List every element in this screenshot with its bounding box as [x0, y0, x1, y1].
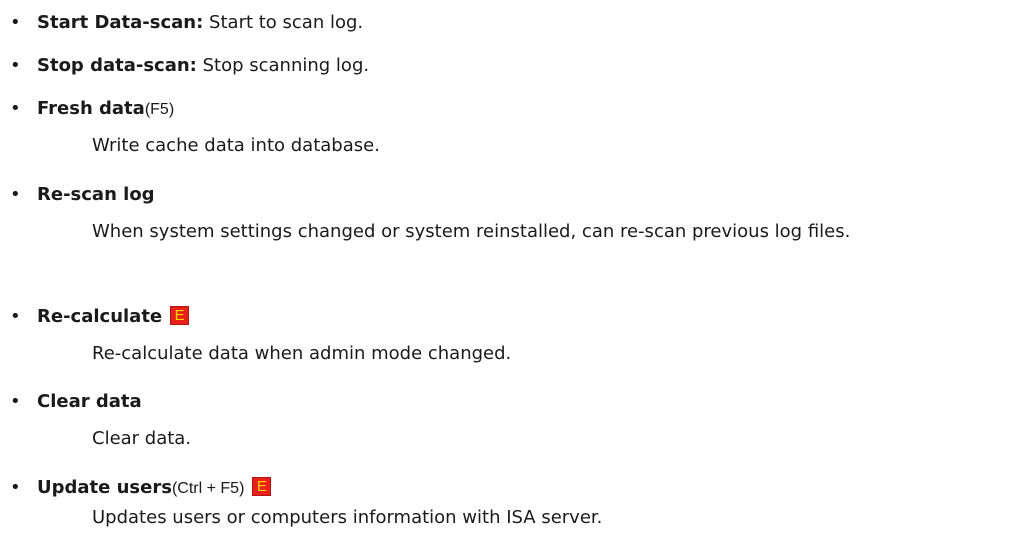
item-description: Write cache data into database.	[92, 135, 380, 156]
item-head: Clear data	[37, 390, 142, 414]
item-inline-text: Start to scan log.	[203, 12, 364, 33]
item-inline-text: Stop scanning log.	[196, 55, 370, 76]
item-head: Start Data-scan: Start to scan log.	[37, 11, 363, 35]
item-term: Re-calculate	[37, 306, 163, 327]
item-description: Re-calculate data when admin mode change…	[92, 343, 512, 364]
item-shortcut: (F5)	[144, 101, 175, 118]
bullet-icon: •	[10, 98, 21, 119]
item-head: Re-scan log	[37, 183, 155, 207]
enterprise-edition-icon: E	[252, 477, 272, 496]
item-term: Stop data-scan:	[37, 55, 197, 76]
bullet-icon: •	[10, 391, 21, 412]
enterprise-edition-icon: E	[170, 306, 190, 325]
item-head: Stop data-scan: Stop scanning log.	[37, 54, 369, 78]
item-shortcut: (Ctrl + F5)	[171, 480, 245, 497]
item-term: Re-scan log	[37, 184, 155, 205]
bullet-icon: •	[10, 184, 21, 205]
bullet-icon: •	[10, 477, 21, 498]
item-term: Start Data-scan:	[37, 12, 204, 33]
item-head: Update users(Ctrl + F5) E	[37, 476, 272, 501]
item-term: Clear data	[37, 391, 142, 412]
item-description: Updates users or computers information w…	[92, 507, 603, 528]
item-description: When system settings changed or system r…	[92, 221, 851, 242]
item-term: Fresh data	[37, 98, 145, 119]
bullet-icon: •	[10, 12, 21, 33]
bullet-icon: •	[10, 55, 21, 76]
item-term: Update users	[37, 477, 172, 498]
bullet-icon: •	[10, 306, 21, 327]
item-head: Re-calculate E	[37, 305, 190, 329]
item-description: Clear data.	[92, 428, 192, 449]
item-head: Fresh data(F5)	[37, 97, 174, 122]
